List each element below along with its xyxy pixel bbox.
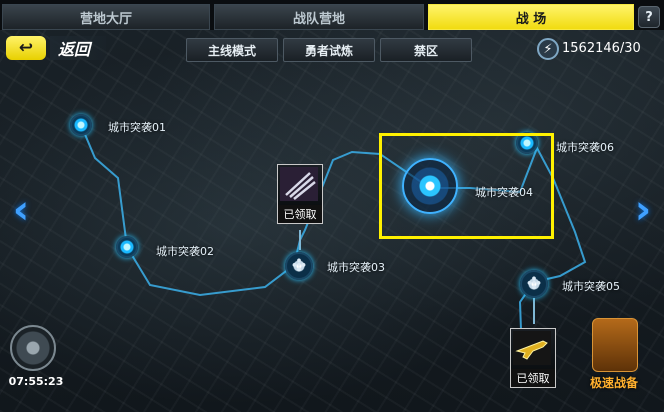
top-tab-bar: 营地大厅 战队营地 战 场 ? <box>0 0 664 30</box>
next-page-arrow[interactable]: › <box>628 187 658 233</box>
timer-widget[interactable]: 07:55:23 <box>6 325 63 397</box>
stage-label-05: 城市突袭05 <box>562 280 620 293</box>
tab-battlefield[interactable]: 战 场 <box>428 4 634 30</box>
lightning-icon: ⚡ <box>537 38 559 60</box>
stage-label-03: 城市突袭03 <box>327 261 385 274</box>
reward-chest-2[interactable]: 已领取 <box>510 328 556 388</box>
stage-label-06: 城市突袭06 <box>556 141 614 154</box>
tab-team-camp[interactable]: 战队营地 <box>214 4 424 30</box>
stage-node-05[interactable] <box>520 270 548 298</box>
help-button[interactable]: ? <box>638 6 660 28</box>
back-label: 返回 <box>50 36 106 60</box>
stage-node-01[interactable] <box>70 114 92 136</box>
reward-chest-1[interactable]: 已领取 <box>277 164 323 224</box>
mode-hero-trial-button[interactable]: 勇者试炼 <box>283 38 375 62</box>
claw-icon <box>280 167 318 201</box>
back-arrow-icon: ↩ <box>6 36 46 60</box>
energy-value: 1562146/30 <box>562 41 641 56</box>
stage-node-02[interactable] <box>116 236 138 258</box>
stage-label-02: 城市突袭02 <box>156 245 214 258</box>
prev-page-arrow[interactable]: ‹ <box>6 187 36 233</box>
mode-restricted-zone-button[interactable]: 禁区 <box>380 38 472 62</box>
mode-main-story-button[interactable]: 主线模式 <box>186 38 278 62</box>
back-button[interactable]: ↩ 返回 <box>6 36 106 60</box>
stage-label-01: 城市突袭01 <box>108 121 166 134</box>
timer-text: 07:55:23 <box>8 375 64 388</box>
selection-highlight <box>379 133 554 239</box>
reward-status: 已领取 <box>278 205 322 223</box>
quick-prepare-label: 极速战备 <box>589 376 638 390</box>
battlefield-screen: 营地大厅 战队营地 战 场 ? ↩ 返回 主线模式 勇者试炼 禁区 ⚡ 1562… <box>0 0 664 412</box>
tab-camp-lobby[interactable]: 营地大厅 <box>2 4 210 30</box>
gold-rifle-icon <box>513 331 551 365</box>
quick-prepare-button[interactable]: 极速战备 <box>584 318 644 394</box>
rank-emblem-icon <box>10 325 56 371</box>
reward-status: 已领取 <box>511 369 555 387</box>
stage-node-03[interactable] <box>285 252 313 280</box>
ammo-crate-icon <box>592 318 638 372</box>
